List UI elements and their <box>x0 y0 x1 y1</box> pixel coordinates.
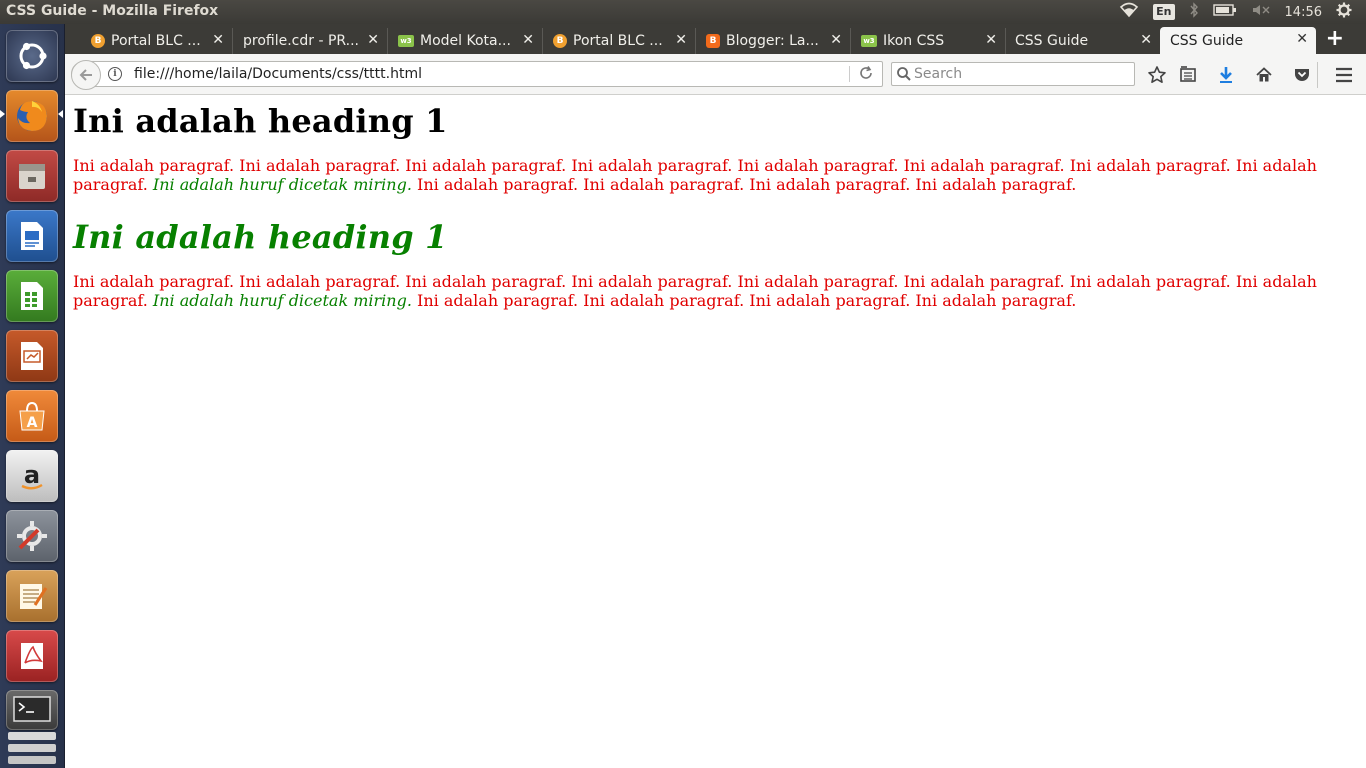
heading-1: Ini adalah heading 1 <box>73 102 448 140</box>
close-icon[interactable]: ✕ <box>830 32 842 48</box>
navigation-toolbar: i file:///home/laila/Documents/css/tttt.… <box>65 54 1366 95</box>
wifi-icon[interactable] <box>1119 2 1139 22</box>
svg-text:A: A <box>27 415 38 431</box>
firefox-icon[interactable] <box>6 90 58 142</box>
w3-favicon-icon: w3 <box>398 35 414 47</box>
tab-label: Portal BLC ... <box>573 33 663 49</box>
tab-label: profile.cdr - PR... <box>243 33 359 49</box>
info-icon[interactable]: i <box>108 67 122 81</box>
back-button[interactable] <box>71 60 101 90</box>
software-center-icon[interactable]: A <box>6 390 58 442</box>
tab-label: Portal BLC ... <box>111 33 201 49</box>
tab-label: Blogger: La... <box>726 33 819 49</box>
close-icon[interactable]: ✕ <box>1140 32 1152 48</box>
writer-icon[interactable] <box>6 210 58 262</box>
italic-text: Ini adalah huruf dicetak miring. <box>152 291 412 310</box>
search-bar[interactable] <box>891 62 1135 86</box>
trash-stack-edge <box>8 732 56 740</box>
tab-portal-blc-2[interactable]: B Portal BLC ... ✕ <box>543 28 696 54</box>
close-icon[interactable]: ✕ <box>675 32 687 48</box>
back-arrow-icon <box>79 69 92 81</box>
close-icon[interactable]: ✕ <box>1296 31 1308 47</box>
tab-css-guide-1[interactable]: CSS Guide ✕ <box>1006 28 1160 54</box>
top-panel: CSS Guide - Mozilla Firefox En 14:56 <box>0 0 1366 24</box>
paragraph-text: Ini adalah paragraf. Ini adalah paragraf… <box>411 175 1077 194</box>
calc-icon[interactable] <box>6 270 58 322</box>
amazon-icon[interactable]: a <box>6 450 58 502</box>
home-icon[interactable] <box>1253 64 1275 86</box>
tab-label: Ikon CSS <box>883 33 945 49</box>
indicator-area: En 14:56 <box>1119 0 1366 24</box>
hamburger-menu-icon[interactable] <box>1333 64 1355 86</box>
svg-text:a: a <box>24 461 40 489</box>
paragraph-2: Ini adalah paragraf. Ini adalah paragraf… <box>73 272 1343 310</box>
close-icon[interactable]: ✕ <box>367 32 379 48</box>
impress-icon[interactable] <box>6 330 58 382</box>
tab-ikon-css[interactable]: w3 Ikon CSS ✕ <box>851 28 1006 54</box>
close-icon[interactable]: ✕ <box>212 32 224 48</box>
tab-profile-cdr[interactable]: profile.cdr - PR... ✕ <box>233 28 388 54</box>
heading-1-green-italic: Ini adalah heading 1 <box>73 218 448 256</box>
toolbar-divider <box>1317 62 1318 88</box>
launcher: A a <box>0 24 65 768</box>
italic-text: Ini adalah huruf dicetak miring. <box>152 175 412 194</box>
system-settings-icon[interactable] <box>6 510 58 562</box>
files-icon[interactable] <box>6 150 58 202</box>
w3-favicon-icon: w3 <box>861 35 877 47</box>
downloads-icon[interactable] <box>1215 64 1237 86</box>
paragraph-1: Ini adalah paragraf. Ini adalah paragraf… <box>73 156 1343 194</box>
trash-stack-edge <box>8 756 56 764</box>
text-editor-icon[interactable] <box>6 570 58 622</box>
clock[interactable]: 14:56 <box>1285 5 1322 20</box>
focused-indicator <box>58 110 63 118</box>
tab-model-kota[interactable]: w3 Model Kota... ✕ <box>388 28 543 54</box>
blogger-favicon-icon: B <box>706 34 720 48</box>
terminal-icon[interactable] <box>6 690 58 730</box>
tab-strip: B Portal BLC ... ✕ profile.cdr - PR... ✕… <box>65 24 1366 54</box>
bookmarks-menu-icon[interactable] <box>1177 64 1199 86</box>
url-divider <box>849 66 850 82</box>
keyboard-layout-indicator[interactable]: En <box>1153 4 1175 20</box>
tab-blogger[interactable]: B Blogger: La... ✕ <box>696 28 851 54</box>
page-content: Ini adalah heading 1 Ini adalah paragraf… <box>65 96 1366 768</box>
reload-icon[interactable] <box>858 65 874 85</box>
tab-label: Model Kota... <box>420 33 511 49</box>
tab-css-guide-active[interactable]: CSS Guide ✕ <box>1160 27 1316 54</box>
bookmark-star-icon[interactable] <box>1146 64 1168 86</box>
window-title: CSS Guide - Mozilla Firefox <box>6 3 219 19</box>
pdf-reader-icon[interactable] <box>6 630 58 682</box>
paragraph-text: Ini adalah paragraf. Ini adalah paragraf… <box>411 291 1077 310</box>
blc-favicon-icon: B <box>91 34 105 48</box>
close-icon[interactable]: ✕ <box>522 32 534 48</box>
running-indicator <box>0 110 5 118</box>
search-input[interactable] <box>914 65 1129 83</box>
tab-portal-blc-1[interactable]: B Portal BLC ... ✕ <box>87 28 233 54</box>
bluetooth-icon[interactable] <box>1189 2 1199 22</box>
tab-label: CSS Guide <box>1170 32 1244 49</box>
volume-muted-icon[interactable] <box>1251 3 1271 21</box>
new-tab-button[interactable]: + <box>1326 28 1344 50</box>
pocket-icon[interactable] <box>1291 64 1313 86</box>
blc-favicon-icon: B <box>553 34 567 48</box>
ubuntu-dash-icon[interactable] <box>6 30 58 82</box>
search-icon <box>896 66 912 86</box>
trash-stack-edge <box>8 744 56 752</box>
battery-icon[interactable] <box>1212 3 1237 21</box>
close-icon[interactable]: ✕ <box>985 32 997 48</box>
url-bar[interactable]: i file:///home/laila/Documents/css/tttt.… <box>71 60 883 90</box>
url-text[interactable]: file:///home/laila/Documents/css/tttt.ht… <box>134 66 422 82</box>
tab-label: CSS Guide <box>1015 33 1089 49</box>
gear-icon[interactable] <box>1336 2 1352 22</box>
